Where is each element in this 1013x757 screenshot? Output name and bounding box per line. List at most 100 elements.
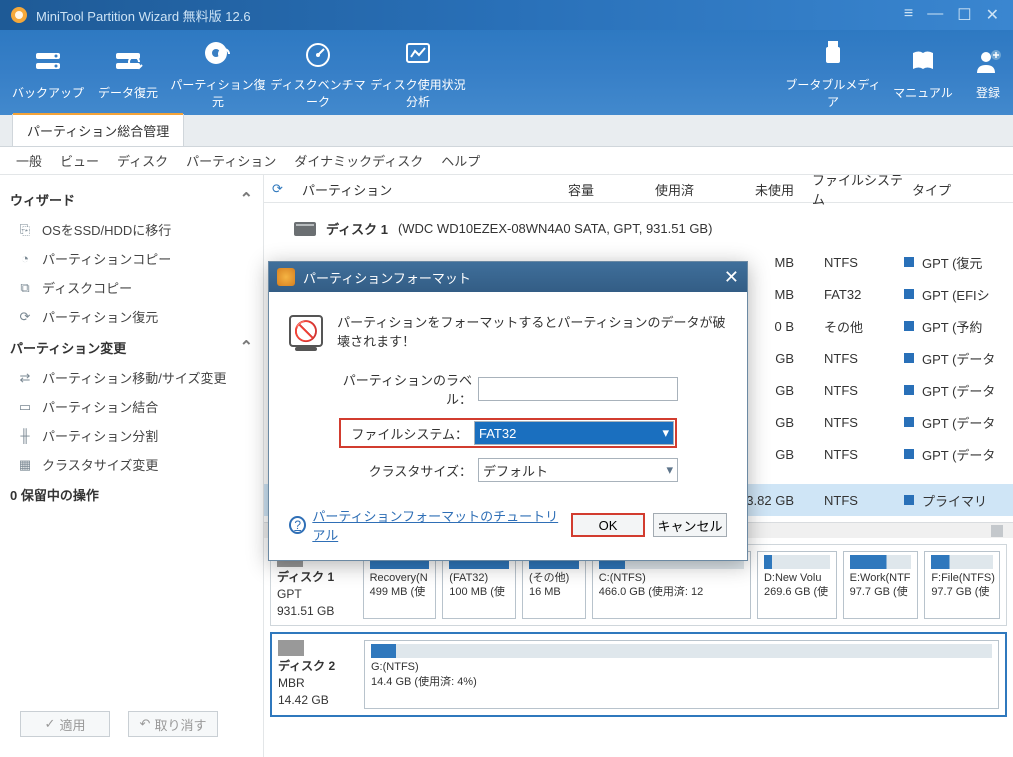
cancel-button[interactable]: キャンセル — [653, 513, 727, 537]
menu-general[interactable]: 一般 — [16, 151, 42, 170]
window-title: MiniTool Partition Wizard 無料版 12.6 — [36, 6, 904, 25]
check-icon: ✓ — [45, 716, 56, 732]
type-dot-icon — [904, 417, 914, 427]
columns-header: パーティション 容量 使用済 未使用 ファイルシステム タイプ — [294, 175, 1013, 203]
diskmap-2[interactable]: ディスク 2 MBR 14.42 GB G:(NTFS)14.4 GB (使用済… — [270, 632, 1007, 716]
minimize-icon[interactable]: — — [927, 5, 943, 25]
chevron-up-icon: ⌃ — [240, 189, 253, 209]
sidebar-heading-wizard[interactable]: ウィザード ⌃ — [10, 183, 253, 215]
type-dot-icon — [904, 257, 914, 267]
disk-warning-icon: 🚫 — [289, 315, 323, 347]
apply-button[interactable]: ✓適用 — [20, 711, 110, 737]
col-used[interactable]: 使用済 — [604, 180, 704, 199]
tutorial-link[interactable]: ? パーティションフォーマットのチュートリアル — [289, 506, 571, 544]
undo-icon: ↶ — [140, 716, 151, 732]
menu-help[interactable]: ヘルプ — [441, 151, 480, 170]
menu-disk[interactable]: ディスク — [117, 151, 168, 170]
copy-disk-icon: ⧉ — [16, 279, 34, 297]
usb-icon — [785, 36, 881, 70]
menu-dynamic[interactable]: ダイナミックディスク — [294, 151, 423, 170]
benchmark-icon — [270, 36, 366, 70]
tab-partition-management[interactable]: パーティション総合管理 — [12, 114, 184, 146]
menu-view[interactable]: ビュー — [60, 151, 99, 170]
partrecovery-button[interactable]: パーティション復元 — [168, 30, 268, 116]
split-icon: ╫ — [16, 427, 34, 445]
cluster-icon: ▦ — [16, 456, 34, 474]
sidebar-item-copy-disk[interactable]: ⧉ディスクコピー — [10, 273, 253, 302]
disk1-header[interactable]: ディスク 1 (WDC WD10EZEX-08WN4A0 SATA, GPT, … — [264, 211, 1013, 246]
usage-button[interactable]: ディスク使用状況分析 — [368, 30, 468, 116]
cluster-select[interactable]: デフォルト ▾ — [478, 458, 678, 482]
type-dot-icon — [904, 289, 914, 299]
datarecovery-icon — [90, 44, 166, 78]
col-partition[interactable]: パーティション — [294, 180, 504, 199]
label-partition-label: パーティションのラベル： — [338, 370, 478, 408]
merge-icon: ▭ — [16, 398, 34, 416]
dialog-title: パーティションフォーマット — [303, 268, 471, 287]
sidebar: ウィザード ⌃ ⎘OSをSSD/HDDに移行 ◔パーティションコピー ⧉ディスク… — [0, 175, 264, 757]
benchmark-button[interactable]: ディスクベンチマーク — [268, 30, 368, 116]
backup-button[interactable]: バックアップ — [8, 38, 88, 107]
diskmap1-label: ディスク 1 GPT 931.51 GB — [277, 551, 357, 619]
col-free[interactable]: 未使用 — [704, 180, 804, 199]
col-size[interactable]: 容量 — [504, 180, 604, 199]
pending-operations: 0 保留中の操作 — [10, 479, 253, 510]
copy-partition-icon: ◔ — [16, 250, 34, 268]
label-filesystem: ファイルシステム： — [342, 424, 474, 443]
refresh-icon[interactable]: ⟳ — [272, 181, 294, 197]
dialog-logo-icon — [277, 268, 295, 286]
app-logo-icon — [10, 6, 28, 24]
maximize-icon[interactable]: ☐ — [957, 5, 971, 25]
register-button[interactable]: 登録 — [963, 38, 1013, 107]
recover-icon: ⟳ — [16, 308, 34, 326]
format-dialog: パーティションフォーマット ✕ 🚫 パーティションをフォーマットするとパーティシ… — [268, 261, 748, 561]
sidebar-item-move-resize[interactable]: ⇄パーティション移動/サイズ変更 — [10, 363, 253, 392]
datarecovery-button[interactable]: データ復元 — [88, 38, 168, 107]
backup-icon — [10, 44, 86, 78]
usage-icon — [370, 36, 466, 70]
partition-label-input[interactable] — [478, 377, 678, 401]
dialog-titlebar[interactable]: パーティションフォーマット ✕ — [269, 262, 747, 292]
titlebar: MiniTool Partition Wizard 無料版 12.6 ≡ — ☐… — [0, 0, 1013, 30]
sidebar-item-migrate-os[interactable]: ⎘OSをSSD/HDDに移行 — [10, 215, 253, 244]
partrecovery-icon — [170, 36, 266, 70]
user-plus-icon — [965, 44, 1011, 78]
resize-icon: ⇄ — [16, 369, 34, 387]
hdd-icon — [278, 640, 304, 656]
menubar: 一般 ビュー ディスク パーティション ダイナミックディスク ヘルプ — [0, 147, 1013, 175]
hdd-icon — [294, 222, 316, 236]
sidebar-item-split[interactable]: ╫パーティション分割 — [10, 421, 253, 450]
type-dot-icon — [904, 321, 914, 331]
help-icon: ? — [289, 516, 306, 534]
top-tabs: パーティション総合管理 — [0, 115, 1013, 147]
undo-button[interactable]: ↶取り消す — [128, 711, 218, 737]
type-dot-icon — [904, 495, 914, 505]
ok-button[interactable]: OK — [571, 513, 645, 537]
book-icon — [885, 44, 961, 78]
dialog-warning-text: パーティションをフォーマットするとパーティションのデータが破壊されます！ — [337, 312, 727, 350]
label-cluster: クラスタサイズ： — [338, 461, 478, 480]
migrate-icon: ⎘ — [16, 221, 34, 239]
dialog-close-icon[interactable]: ✕ — [724, 267, 739, 288]
sidebar-item-cluster[interactable]: ▦クラスタサイズ変更 — [10, 450, 253, 479]
col-fs[interactable]: ファイルシステム — [804, 175, 904, 208]
type-dot-icon — [904, 449, 914, 459]
sidebar-item-copy-partition[interactable]: ◔パーティションコピー — [10, 244, 253, 273]
sidebar-heading-changes[interactable]: パーティション変更 ⌃ — [10, 331, 253, 363]
diskmap2-label: ディスク 2 MBR 14.42 GB — [278, 640, 358, 708]
bootmedia-button[interactable]: ブータブルメディア — [783, 30, 883, 116]
chevron-down-icon: ▾ — [666, 462, 673, 478]
type-dot-icon — [904, 385, 914, 395]
filesystem-select[interactable]: FAT32 ▾ — [474, 421, 674, 445]
sidebar-item-recover-partition[interactable]: ⟳パーティション復元 — [10, 302, 253, 331]
sidebar-item-merge[interactable]: ▭パーティション結合 — [10, 392, 253, 421]
manual-button[interactable]: マニュアル — [883, 38, 963, 107]
chevron-down-icon: ▾ — [662, 425, 669, 441]
col-type[interactable]: タイプ — [904, 180, 1013, 199]
menu-partition[interactable]: パーティション — [186, 151, 276, 170]
close-icon[interactable]: ✕ — [986, 5, 999, 25]
chevron-up-icon: ⌃ — [240, 337, 253, 357]
menu-icon[interactable]: ≡ — [904, 5, 913, 25]
type-dot-icon — [904, 353, 914, 363]
main-toolbar: バックアップ データ復元 パーティション復元 ディスクベンチマーク ディスク使用… — [0, 30, 1013, 115]
